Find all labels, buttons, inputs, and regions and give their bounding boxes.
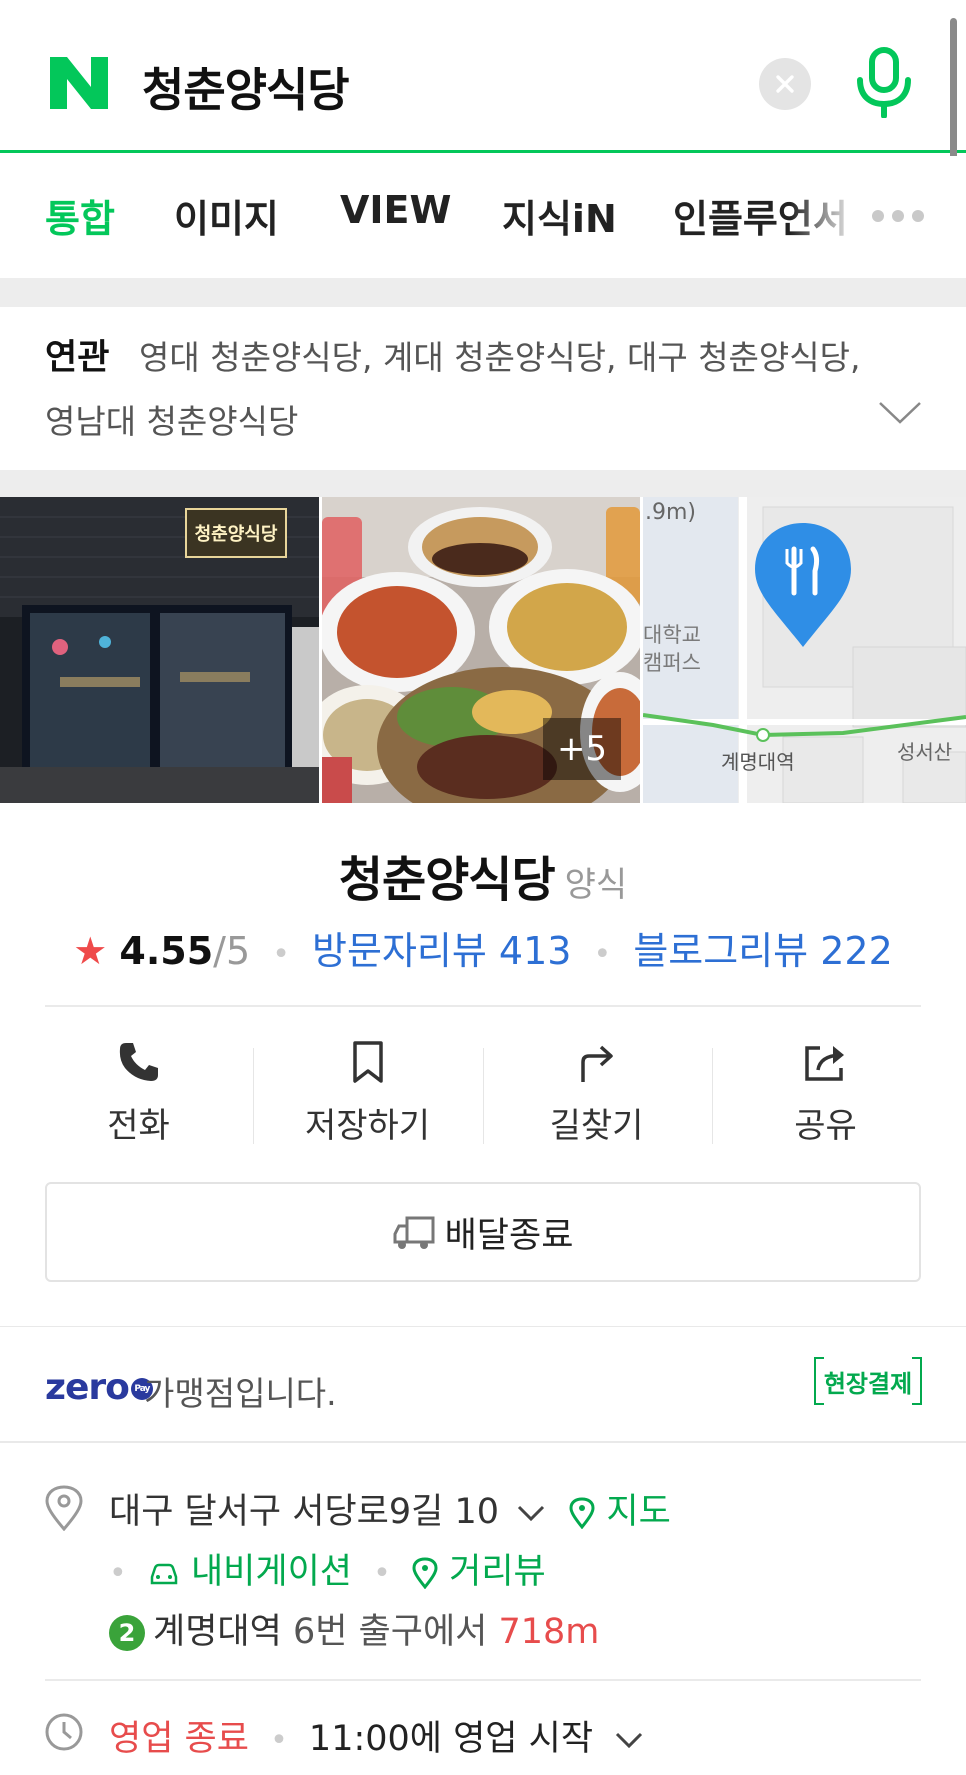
more-photos-badge[interactable]: +5 [543, 718, 621, 780]
clock-icon [45, 1713, 83, 1751]
microphone-icon[interactable] [852, 46, 916, 118]
place-title-row: 청춘양식당 양식 [0, 840, 966, 910]
separator-dot: • [593, 937, 612, 972]
directions-icon [580, 1045, 613, 1082]
tab-fade [790, 156, 870, 278]
blog-reviews-link[interactable]: 블로그리뷰 222 [633, 929, 892, 973]
visitor-reviews-link[interactable]: 방문자리뷰 413 [312, 929, 571, 973]
delivery-truck-icon [393, 1216, 435, 1249]
delivery-button[interactable]: 배달종료 [45, 1182, 921, 1282]
station-distance: 718m [498, 1612, 600, 1652]
car-icon [150, 1563, 178, 1585]
exit-text: 6번 출구에서 [292, 1612, 488, 1652]
map-pin-icon [569, 1497, 595, 1530]
next-open-time: 11:00에 영업 시작 [308, 1719, 594, 1759]
business-hours[interactable]: 영업 종료 • 11:00에 영업 시작 [109, 1710, 644, 1761]
tab-view[interactable]: VIEW [340, 188, 451, 232]
related-keywords-line2[interactable]: 영남대 청춘양식당 [45, 395, 298, 443]
section-divider [0, 1441, 966, 1443]
zeropay-section: zero Pay 가맹점입니다. 현장결제 [0, 1327, 966, 1441]
action-separator [483, 1048, 484, 1144]
tab-images[interactable]: 이미지 [174, 188, 279, 243]
tab-all[interactable]: 통합 [45, 188, 115, 243]
map-station2-label: 성서산 [897, 740, 952, 764]
map-station-label: 계명대역 [721, 750, 795, 774]
rating-row: ★ 4.55/5 • 방문자리뷰 413 • 블로그리뷰 222 [0, 920, 966, 975]
share-button[interactable]: 공유 [711, 1030, 940, 1150]
star-icon: ★ [73, 929, 108, 973]
call-label: 전화 [107, 1106, 170, 1146]
place-category: 양식 [564, 865, 628, 905]
location-pin-icon [45, 1485, 83, 1531]
navigation-link[interactable]: 내비게이션 [191, 1552, 352, 1592]
separator-dot: • [109, 1556, 127, 1591]
rating-value: 4.55 [119, 929, 214, 973]
navigation-links: • 내비게이션 • 거리뷰 [109, 1543, 546, 1594]
tab-knowledge[interactable]: 지식iN [502, 188, 617, 243]
chevron-down-icon[interactable] [614, 1730, 644, 1750]
delivery-label: 배달종료 [444, 1215, 574, 1256]
call-button[interactable]: 전화 [24, 1030, 253, 1150]
expand-chevron-icon[interactable] [878, 400, 922, 426]
business-status: 영업 종료 [109, 1719, 249, 1759]
related-searches: 연관 영대 청춘양식당, 계대 청춘양식당, 대구 청춘양식당, 영남대 청춘양… [0, 307, 966, 470]
station-name: 계명대역 [153, 1612, 282, 1652]
directions-button[interactable]: 길찾기 [482, 1030, 711, 1150]
place-name[interactable]: 청춘양식당 [339, 852, 556, 908]
place-photos: 청춘양식당 .9m) 대학교 캠퍼스 계명대역 성서산 [0, 497, 966, 803]
zeropay-text: 가맹점입니다. [144, 1374, 337, 1413]
section-divider [0, 278, 966, 307]
related-label: 연관 [45, 338, 110, 378]
separator-dot: • [373, 1556, 391, 1591]
onsite-payment-badge: 현장결제 [814, 1357, 922, 1405]
separator-dot: • [272, 937, 290, 972]
search-tabs: 통합 이미지 VIEW 지식iN 인플루언서 [0, 156, 966, 278]
share-label: 공유 [794, 1106, 857, 1146]
divider [45, 1679, 921, 1681]
chevron-down-icon[interactable] [516, 1503, 546, 1523]
share-icon [804, 1046, 844, 1081]
action-separator [253, 1048, 254, 1144]
sign-text: 청춘양식당 [195, 524, 278, 545]
street-view-icon [412, 1557, 438, 1590]
subway-info: 2 계명대역 6번 출구에서 718m [109, 1603, 599, 1654]
bookmark-icon [352, 1041, 383, 1083]
rating-max: /5 [213, 929, 251, 973]
section-divider [0, 470, 966, 497]
storefront-photo[interactable]: 청춘양식당 [0, 497, 319, 803]
save-label: 저장하기 [304, 1106, 431, 1146]
save-button[interactable]: 저장하기 [253, 1030, 482, 1150]
street-view-link[interactable]: 거리뷰 [449, 1552, 546, 1592]
subway-line-badge: 2 [109, 1615, 145, 1651]
phone-icon [119, 1043, 158, 1081]
address-line: 대구 달서구 서당로9길 10 지도 [109, 1483, 671, 1534]
naver-logo[interactable] [48, 55, 110, 111]
clear-search-button[interactable] [759, 58, 811, 110]
search-query[interactable]: 청춘양식당 [142, 54, 350, 120]
action-separator [712, 1048, 713, 1144]
close-icon [776, 75, 794, 93]
map-link[interactable]: 지도 [606, 1492, 670, 1532]
address-text[interactable]: 대구 달서구 서당로9길 10 [109, 1492, 499, 1532]
map-distance-label: .9m) [645, 500, 696, 525]
zeropay-logo: zero Pay [45, 1367, 153, 1408]
divider [45, 1005, 921, 1007]
related-keywords-line1[interactable]: 영대 청춘양식당, 계대 청춘양식당, 대구 청춘양식당, [139, 331, 860, 379]
map-thumbnail[interactable]: .9m) 대학교 캠퍼스 계명대역 성서산 [643, 497, 966, 803]
separator-dot: • [270, 1723, 288, 1758]
directions-label: 길찾기 [549, 1106, 644, 1146]
search-header: 청춘양식당 [0, 0, 966, 153]
